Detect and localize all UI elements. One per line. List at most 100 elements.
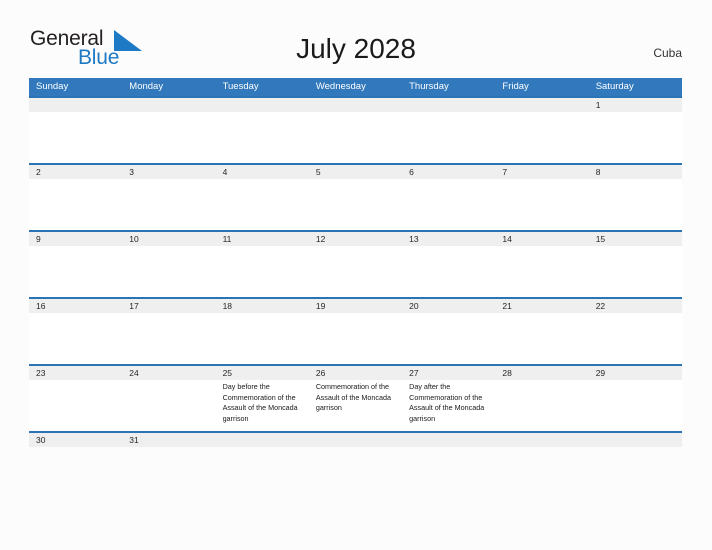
day-event[interactable] bbox=[495, 246, 588, 299]
day-number[interactable]: 19 bbox=[309, 299, 402, 313]
day-event-band bbox=[29, 313, 682, 366]
day-event[interactable] bbox=[589, 112, 682, 165]
day-number[interactable]: 1 bbox=[589, 98, 682, 112]
day-number[interactable]: 18 bbox=[216, 299, 309, 313]
day-number[interactable]: 14 bbox=[495, 232, 588, 246]
day-number[interactable] bbox=[216, 433, 309, 447]
day-event[interactable] bbox=[122, 313, 215, 366]
day-number[interactable]: 9 bbox=[29, 232, 122, 246]
weekday-header-row: Sunday Monday Tuesday Wednesday Thursday… bbox=[29, 78, 682, 96]
day-event[interactable] bbox=[589, 380, 682, 433]
day-number[interactable]: 7 bbox=[495, 165, 588, 179]
day-event[interactable] bbox=[402, 112, 495, 165]
day-number[interactable] bbox=[495, 98, 588, 112]
weekday-monday: Monday bbox=[129, 81, 164, 92]
day-number-band: 23 24 25 26 27 28 29 bbox=[29, 366, 682, 380]
day-number-band: 2 3 4 5 6 7 8 bbox=[29, 165, 682, 179]
day-event[interactable] bbox=[122, 380, 215, 433]
day-event[interactable] bbox=[495, 112, 588, 165]
day-number[interactable]: 28 bbox=[495, 366, 588, 380]
day-number[interactable]: 3 bbox=[122, 165, 215, 179]
day-event[interactable] bbox=[589, 179, 682, 232]
day-event-band bbox=[29, 112, 682, 165]
day-number[interactable]: 20 bbox=[402, 299, 495, 313]
weekday-tuesday: Tuesday bbox=[222, 81, 259, 92]
day-number[interactable] bbox=[122, 98, 215, 112]
calendar-week-row: 30 31 bbox=[29, 431, 682, 447]
event-text: Day before the Commemoration of the Assa… bbox=[222, 382, 298, 423]
day-number[interactable]: 24 bbox=[122, 366, 215, 380]
day-event[interactable] bbox=[309, 179, 402, 232]
day-event[interactable] bbox=[495, 179, 588, 232]
day-number[interactable]: 11 bbox=[216, 232, 309, 246]
day-number[interactable]: 10 bbox=[122, 232, 215, 246]
day-number[interactable] bbox=[309, 98, 402, 112]
day-number[interactable]: 13 bbox=[402, 232, 495, 246]
day-number[interactable]: 31 bbox=[122, 433, 215, 447]
day-number[interactable] bbox=[402, 98, 495, 112]
page-title: July 2028 bbox=[296, 33, 416, 64]
weekday-thursday: Thursday bbox=[409, 81, 449, 92]
weekday-friday: Friday bbox=[502, 81, 529, 92]
event-text: Day after the Commemoration of the Assau… bbox=[409, 382, 485, 423]
day-event[interactable] bbox=[122, 179, 215, 232]
day-event[interactable] bbox=[309, 246, 402, 299]
day-number[interactable]: 27 bbox=[402, 366, 495, 380]
day-event[interactable] bbox=[495, 313, 588, 366]
day-number[interactable]: 8 bbox=[589, 165, 682, 179]
day-event[interactable]: Day after the Commemoration of the Assau… bbox=[402, 380, 495, 433]
day-number[interactable]: 5 bbox=[309, 165, 402, 179]
day-event[interactable] bbox=[589, 313, 682, 366]
day-event[interactable] bbox=[216, 313, 309, 366]
day-event[interactable] bbox=[402, 313, 495, 366]
day-event[interactable] bbox=[402, 246, 495, 299]
day-number[interactable]: 15 bbox=[589, 232, 682, 246]
weekday-saturday: Saturday bbox=[595, 81, 634, 92]
day-number[interactable]: 16 bbox=[29, 299, 122, 313]
day-event[interactable] bbox=[216, 179, 309, 232]
day-event-band: Day before the Commemoration of the Assa… bbox=[29, 380, 682, 433]
day-event[interactable]: Commemoration of the Assault of the Monc… bbox=[309, 380, 402, 433]
day-number[interactable] bbox=[309, 433, 402, 447]
day-event[interactable] bbox=[402, 179, 495, 232]
day-number[interactable]: 21 bbox=[495, 299, 588, 313]
day-event[interactable] bbox=[29, 246, 122, 299]
day-event-band bbox=[29, 179, 682, 232]
day-number[interactable]: 26 bbox=[309, 366, 402, 380]
day-number-band: 1 bbox=[29, 98, 682, 112]
day-event[interactable] bbox=[309, 313, 402, 366]
day-number[interactable]: 22 bbox=[589, 299, 682, 313]
day-event[interactable] bbox=[122, 112, 215, 165]
day-event[interactable] bbox=[309, 112, 402, 165]
day-number[interactable]: 4 bbox=[216, 165, 309, 179]
calendar-week-row: 16 17 18 19 20 21 22 bbox=[29, 297, 682, 366]
day-event[interactable] bbox=[122, 246, 215, 299]
day-number[interactable]: 25 bbox=[216, 366, 309, 380]
day-number[interactable]: 6 bbox=[402, 165, 495, 179]
day-number[interactable]: 23 bbox=[29, 366, 122, 380]
day-event[interactable] bbox=[29, 112, 122, 165]
day-number[interactable] bbox=[29, 98, 122, 112]
day-event[interactable] bbox=[29, 179, 122, 232]
day-number[interactable] bbox=[495, 433, 588, 447]
day-number-band: 9 10 11 12 13 14 15 bbox=[29, 232, 682, 246]
weekday-wednesday: Wednesday bbox=[315, 81, 366, 92]
day-number[interactable] bbox=[589, 433, 682, 447]
day-event[interactable] bbox=[495, 380, 588, 433]
page-header: General Blue July 2028 Cuba bbox=[0, 0, 712, 76]
calendar-week-row: 1 bbox=[29, 96, 682, 165]
day-number-band: 30 31 bbox=[29, 433, 682, 447]
day-number[interactable] bbox=[402, 433, 495, 447]
day-number[interactable] bbox=[216, 98, 309, 112]
day-event[interactable] bbox=[29, 313, 122, 366]
day-event[interactable] bbox=[29, 380, 122, 433]
day-event[interactable] bbox=[589, 246, 682, 299]
day-event[interactable] bbox=[216, 246, 309, 299]
day-number[interactable]: 2 bbox=[29, 165, 122, 179]
day-number[interactable]: 30 bbox=[29, 433, 122, 447]
day-event[interactable] bbox=[216, 112, 309, 165]
day-number[interactable]: 17 bbox=[122, 299, 215, 313]
day-number[interactable]: 29 bbox=[589, 366, 682, 380]
day-number[interactable]: 12 bbox=[309, 232, 402, 246]
day-event[interactable]: Day before the Commemoration of the Assa… bbox=[216, 380, 309, 433]
